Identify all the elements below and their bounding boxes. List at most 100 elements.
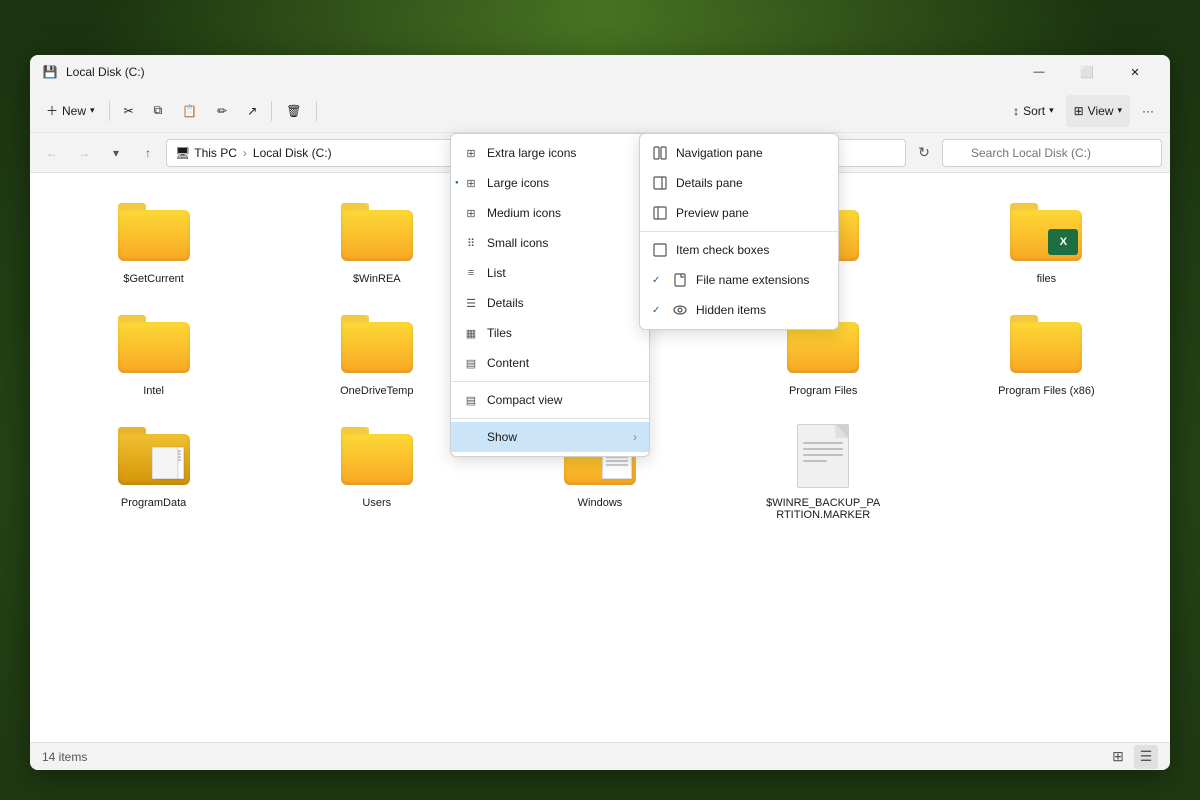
delete-button[interactable]: 🗑 <box>278 95 309 127</box>
menu-separator-2 <box>451 418 649 419</box>
file-item[interactable]: Intel <box>46 301 261 405</box>
close-button[interactable]: ✕ <box>1112 55 1158 89</box>
forward-button[interactable]: → <box>70 139 98 167</box>
file-item[interactable]: ProgramData <box>46 413 261 529</box>
file-label: Program Files (x86) <box>998 385 1095 397</box>
menu-label-large: Large icons <box>487 176 637 190</box>
menu-item-small-icons[interactable]: ⠿ Small icons <box>451 228 649 258</box>
menu-item-details-pane[interactable]: Details pane <box>640 168 838 198</box>
menu-item-hidden-items[interactable]: ✓ Hidden items <box>640 295 838 325</box>
menu-icon-small: ⠿ <box>463 235 479 251</box>
view-toggles: ⊞ ☰ <box>1106 745 1158 769</box>
share-button[interactable]: ↗ <box>239 95 265 127</box>
menu-item-tiles[interactable]: ▦ Tiles <box>451 318 649 348</box>
folder-icon <box>118 315 190 373</box>
menu-label-medium: Medium icons <box>487 206 637 220</box>
menu-item-list[interactable]: ≡ List <box>451 258 649 288</box>
more-button[interactable]: ··· <box>1134 95 1162 127</box>
menu-label-details-pane: Details pane <box>676 176 826 190</box>
window-title: Local Disk (C:) <box>66 65 1016 79</box>
file-label: ProgramData <box>121 497 186 509</box>
menu-icon-content: ▤ <box>463 355 479 371</box>
doc-line <box>803 460 827 462</box>
doc-line <box>803 454 843 456</box>
folder-icon-wrapper <box>114 309 194 379</box>
menu-label-preview-pane: Preview pane <box>676 206 826 220</box>
menu-label-content: Content <box>487 356 637 370</box>
rename-button[interactable]: ✏ <box>209 95 235 127</box>
sort-chevron: ▾ <box>1049 105 1054 116</box>
titlebar-controls: — ⬜ ✕ <box>1016 55 1158 89</box>
cut-button[interactable]: ✂ <box>116 95 142 127</box>
copy-button[interactable]: ⧉ <box>146 95 171 127</box>
grid-view-button[interactable]: ⊞ <box>1106 745 1130 769</box>
menu-item-compact-view[interactable]: ▤ Compact view <box>451 385 649 415</box>
menu-item-navigation-pane[interactable]: Navigation pane <box>640 138 838 168</box>
menu-label-details: Details <box>487 296 637 310</box>
maximize-button[interactable]: ⬜ <box>1064 55 1110 89</box>
folder-icon-wrapper <box>1006 309 1086 379</box>
menu-separator <box>451 381 649 382</box>
file-label: Intel <box>143 385 164 397</box>
file-label: $WINRE_BACKUP_PARTITION.MARKER <box>763 497 883 521</box>
folder-body <box>341 210 413 261</box>
view-dropdown: ⊞ Extra large icons ⊞ Large icons ⊞ Medi… <box>450 133 650 457</box>
menu-item-details[interactable]: ☰ Details <box>451 288 649 318</box>
menu-item-medium-icons[interactable]: ⊞ Medium icons <box>451 198 649 228</box>
refresh-button[interactable]: ↻ <box>910 139 938 167</box>
app-badge: X <box>1048 229 1078 255</box>
menu-icon-file-ext <box>672 272 688 288</box>
menu-item-extra-large[interactable]: ⊞ Extra large icons <box>451 138 649 168</box>
paste-icon: 📋 <box>182 104 197 118</box>
menu-item-show[interactable]: Show › <box>451 422 649 452</box>
minimize-button[interactable]: — <box>1016 55 1062 89</box>
new-button[interactable]: ＋ New ▾ <box>38 95 103 127</box>
recent-locations-button[interactable]: ▾ <box>102 139 130 167</box>
view-button[interactable]: ⊞ View ▾ <box>1066 95 1130 127</box>
sort-button[interactable]: ↕ Sort ▾ <box>1005 95 1062 127</box>
menu-label-show: Show <box>487 430 625 444</box>
menu-item-large-icons[interactable]: ⊞ Large icons <box>451 168 649 198</box>
up-button[interactable]: ↑ <box>134 139 162 167</box>
breadcrumb-pc-icon: 🖥 <box>175 146 190 160</box>
menu-item-item-checkboxes[interactable]: Item check boxes <box>640 235 838 265</box>
menu-icon-medium: ⊞ <box>463 205 479 221</box>
search-input[interactable] <box>942 139 1162 167</box>
file-item[interactable]: $WINRE_BACKUP_PARTITION.MARKER <box>716 413 931 529</box>
new-icon: ＋ <box>46 102 58 119</box>
folder-icon-wrapper <box>337 197 417 267</box>
check-hidden-items: ✓ <box>652 305 664 316</box>
file-item[interactable]: Program Files (x86) <box>939 301 1154 405</box>
cut-icon: ✂ <box>124 104 134 118</box>
toolbar-sep-2 <box>271 101 272 121</box>
menu-icon-compact: ▤ <box>463 392 479 408</box>
folder-icon <box>118 203 190 261</box>
menu-label-list: List <box>487 266 637 280</box>
menu-icon-list: ≡ <box>463 265 479 281</box>
file-item[interactable]: $GetCurrent <box>46 189 261 293</box>
back-button[interactable]: ← <box>38 139 66 167</box>
folder-icon <box>118 427 190 485</box>
file-label: OneDriveTemp <box>340 385 413 397</box>
menu-item-content[interactable]: ▤ Content <box>451 348 649 378</box>
statusbar: 14 items ⊞ ☰ <box>30 742 1170 770</box>
file-item[interactable]: X files <box>939 189 1154 293</box>
view-chevron: ▾ <box>1117 105 1122 116</box>
file-label: files <box>1037 273 1057 285</box>
menu-icon-hidden <box>672 302 688 318</box>
file-label: $GetCurrent <box>123 273 184 285</box>
sort-label: Sort <box>1023 104 1045 118</box>
doc-lines <box>803 442 843 466</box>
file-label: Program Files <box>789 385 857 397</box>
window-icon: 💾 <box>42 64 58 80</box>
details-view-button[interactable]: ☰ <box>1134 745 1158 769</box>
toolbar-sep-3 <box>316 101 317 121</box>
status-item-count: 14 items <box>42 750 87 764</box>
paste-button[interactable]: 📋 <box>174 95 205 127</box>
sort-icon: ↕ <box>1013 104 1019 118</box>
menu-label-tiles: Tiles <box>487 326 637 340</box>
menu-label-file-ext: File name extensions <box>696 273 826 287</box>
folder-icon <box>341 315 413 373</box>
menu-item-preview-pane[interactable]: Preview pane <box>640 198 838 228</box>
menu-item-file-extensions[interactable]: ✓ File name extensions <box>640 265 838 295</box>
